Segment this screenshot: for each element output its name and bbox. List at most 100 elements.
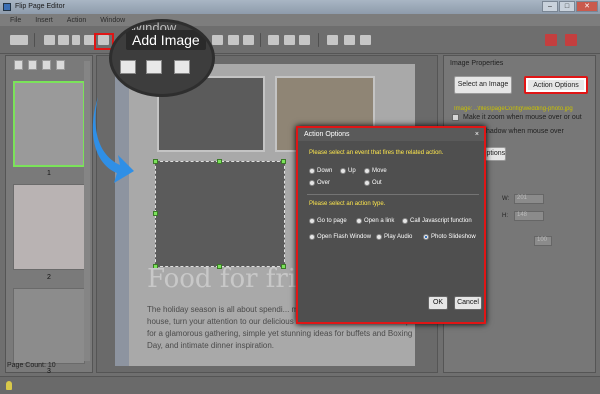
thumbnail-panel: 1 2 3 <box>5 55 93 375</box>
alpha-field[interactable]: 100 <box>534 236 552 246</box>
radio-icon[interactable] <box>356 218 362 224</box>
toolbar-separator <box>318 33 319 47</box>
image-path: Image: ..\files\pageConfig\wedding-photo… <box>454 106 573 112</box>
action-call-javascript-radio[interactable]: Call Javascript function <box>402 218 472 224</box>
radio-label: Move <box>372 168 387 174</box>
action-open-flash-window-radio[interactable]: Open Flash Window <box>309 234 371 240</box>
radio-icon[interactable] <box>309 218 315 224</box>
align-left-icon[interactable] <box>212 35 223 45</box>
event-out-radio[interactable]: Out <box>364 180 382 186</box>
wedding-photo-selected[interactable] <box>155 161 285 267</box>
radio-label: Photo Slideshow <box>431 234 476 240</box>
radio-label: Up <box>348 168 356 174</box>
radio-icon[interactable] <box>376 234 382 240</box>
event-over-radio[interactable]: Over <box>309 180 330 186</box>
toolbar-separator <box>260 33 261 47</box>
minimize-button[interactable]: – <box>542 1 558 12</box>
resize-handle[interactable] <box>281 159 286 164</box>
page-thumbnail-1[interactable]: 1 <box>13 81 85 177</box>
duplicate-page-icon[interactable] <box>42 60 51 70</box>
event-move-radio[interactable]: Move <box>364 168 387 174</box>
copy-icon[interactable] <box>228 35 239 45</box>
action-prompt: Please select an action type. <box>309 201 386 207</box>
close-button[interactable]: ✕ <box>576 1 598 12</box>
radio-label: Down <box>317 168 333 174</box>
radio-icon[interactable] <box>364 168 370 174</box>
radio-icon[interactable] <box>309 180 315 186</box>
dialog-divider <box>307 194 479 195</box>
zoom-in-icon[interactable] <box>360 35 371 45</box>
cancel-button[interactable]: Cancel <box>454 296 482 310</box>
publish-icon[interactable] <box>10 35 28 45</box>
action-options-dialog: Action Options × Please select an event … <box>296 126 486 324</box>
radio-label: Call Javascript function <box>410 218 472 224</box>
delete-page-icon[interactable] <box>56 60 65 70</box>
page-thumbnail-3[interactable]: 3 <box>13 288 85 375</box>
thumbnail-tools <box>14 60 65 70</box>
maximize-button[interactable]: □ <box>559 1 575 12</box>
event-down-radio[interactable]: Down <box>309 168 332 174</box>
menu-action[interactable]: Action <box>67 17 86 24</box>
action-open-link-radio[interactable]: Open a link <box>356 218 394 224</box>
radio-label: Over <box>317 180 331 186</box>
radio-icon[interactable] <box>340 168 346 174</box>
redo-icon[interactable] <box>299 35 310 45</box>
menu-window[interactable]: Window <box>100 17 125 24</box>
toolbar-separator <box>34 33 35 47</box>
zoom-callout: Window Add Image <box>112 22 212 94</box>
menu-file[interactable]: File <box>10 17 21 24</box>
toolbar <box>0 26 600 54</box>
resize-handle[interactable] <box>217 159 222 164</box>
width-field[interactable]: 201 <box>514 194 544 204</box>
radio-label: Play Audio <box>384 234 413 240</box>
ok-button[interactable]: OK <box>428 296 448 310</box>
callout-arrow-left <box>92 97 134 183</box>
height-label: H: <box>502 213 508 219</box>
action-play-audio-radio[interactable]: Play Audio <box>376 234 412 240</box>
fit-icon[interactable] <box>344 35 355 45</box>
page-thumbnail-2[interactable]: 2 <box>13 184 85 281</box>
zoom-out-icon[interactable] <box>327 35 338 45</box>
radio-selected-icon[interactable] <box>423 234 429 240</box>
radio-icon[interactable] <box>309 234 315 240</box>
insert-page-icon[interactable] <box>28 60 37 70</box>
status-bar <box>0 376 600 394</box>
height-field[interactable]: 148 <box>514 211 544 221</box>
select-image-button[interactable]: Select an Image <box>454 76 512 94</box>
exit-icon[interactable] <box>565 34 577 46</box>
resize-handle[interactable] <box>153 159 158 164</box>
lightbulb-icon <box>6 381 12 390</box>
zoomed-text-icon <box>120 60 136 74</box>
action-go-to-page-radio[interactable]: Go to page <box>309 218 347 224</box>
action-photo-slideshow-radio[interactable]: Photo Slideshow <box>423 234 476 240</box>
undo-icon[interactable] <box>284 35 295 45</box>
dialog-close-icon[interactable]: × <box>475 128 479 141</box>
radio-icon[interactable] <box>402 218 408 224</box>
delete-icon[interactable] <box>268 35 279 45</box>
title-bar: Flip Page Editor – □ ✕ <box>0 0 600 14</box>
radio-icon[interactable] <box>309 168 315 174</box>
menu-insert[interactable]: Insert <box>35 17 53 24</box>
window-controls: – □ ✕ <box>542 1 598 12</box>
radio-label: Out <box>372 180 382 186</box>
radio-icon[interactable] <box>364 180 370 186</box>
page-number: 1 <box>47 170 51 177</box>
event-up-radio[interactable]: Up <box>340 168 356 174</box>
add-page-icon[interactable] <box>14 60 23 70</box>
save-icon[interactable] <box>545 34 557 46</box>
folder-icon[interactable] <box>58 35 69 45</box>
zoom-option[interactable]: Make it zoom when mouse over or out <box>452 114 582 121</box>
radio-label: Open a link <box>364 218 395 224</box>
menu-bar: File Insert Action Window <box>0 14 600 26</box>
link-icon[interactable] <box>44 35 55 45</box>
width-label: W: <box>502 196 510 202</box>
dialog-title: Action Options <box>304 131 350 138</box>
dialog-title-bar: Action Options × <box>298 128 484 141</box>
zoom-checkbox[interactable] <box>452 114 459 121</box>
resize-handle[interactable] <box>153 211 158 216</box>
text-icon[interactable] <box>72 35 80 45</box>
page-heading: Food for frie <box>147 264 312 294</box>
paste-icon[interactable] <box>243 35 254 45</box>
action-options-button[interactable]: Action Options <box>524 76 588 94</box>
add-image-highlight <box>94 33 114 50</box>
